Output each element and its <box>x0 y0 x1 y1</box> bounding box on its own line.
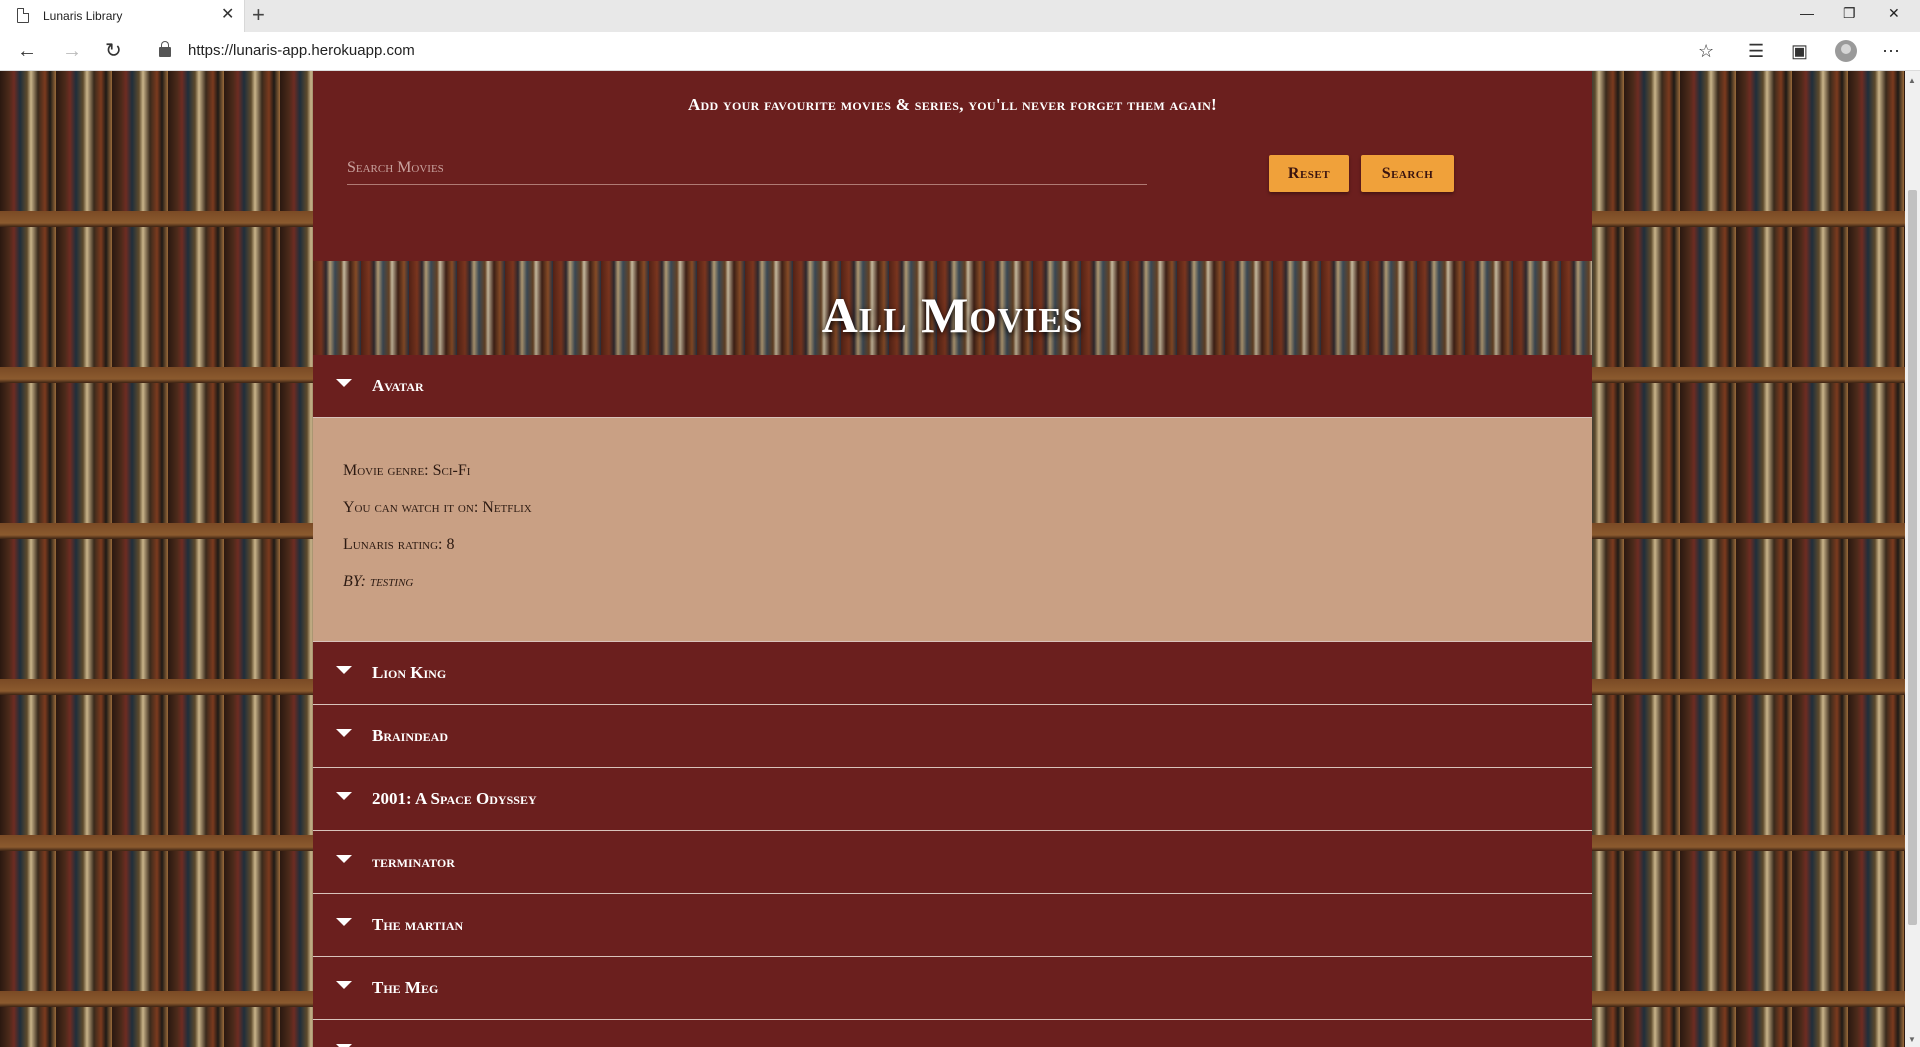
caret-down-icon <box>336 729 352 737</box>
new-tab-icon[interactable]: + <box>252 3 265 27</box>
scrollbar-thumb[interactable] <box>1908 190 1917 925</box>
movie-genre: Movie genre: Sci-Fi <box>343 462 471 479</box>
movie-header[interactable]: The Meg <box>313 957 1592 1020</box>
movie-header[interactable]: 2001: A Space Odyssey <box>313 768 1592 831</box>
favorite-star-icon[interactable]: ☆ <box>1698 41 1714 61</box>
search-input[interactable] <box>347 151 1147 185</box>
scroll-up-icon[interactable]: ▲ <box>1908 76 1916 85</box>
url-field[interactable]: https://lunaris-app.herokuapp.com <box>188 42 415 59</box>
tagline: Add your favourite movies & series, you'… <box>687 95 1218 114</box>
page-background: Add your favourite movies & series, you'… <box>0 71 1905 1047</box>
movie-platform: You can watch it on: Netflix <box>343 499 532 516</box>
movie-title: The martian <box>372 915 464 934</box>
search-panel: Add your favourite movies & series, you'… <box>313 71 1592 261</box>
movie-details: Movie genre: Sci-Fi You can watch it on:… <box>313 418 1592 642</box>
caret-down-icon <box>336 792 352 800</box>
page-title: All Movies <box>821 287 1084 343</box>
restore-icon[interactable]: ❐ <box>1843 5 1856 22</box>
caret-down-icon <box>336 666 352 674</box>
movie-header[interactable]: Braindead <box>313 705 1592 768</box>
movie-title: terminator <box>372 852 455 871</box>
address-bar: ← → ↻ https://lunaris-app.herokuapp.com … <box>0 32 1920 71</box>
movie-header[interactable] <box>313 1020 1592 1047</box>
caret-down-icon <box>336 981 352 989</box>
movie-title: Lion King <box>372 663 447 682</box>
search-button[interactable]: Search <box>1361 155 1454 192</box>
forward-icon[interactable]: → <box>62 40 82 62</box>
collections-icon[interactable]: ▣ <box>1791 41 1808 61</box>
reload-icon[interactable]: ↻ <box>105 40 122 62</box>
movie-title: 2001: A Space Odyssey <box>372 789 537 808</box>
more-menu-icon[interactable]: ⋯ <box>1882 41 1900 61</box>
movie-header[interactable]: Lion King <box>313 642 1592 705</box>
movie-title: Avatar <box>372 376 424 395</box>
main-content: Add your favourite movies & series, you'… <box>313 71 1592 1047</box>
movie-author: BY: testing <box>343 573 414 590</box>
movie-header[interactable]: terminator <box>313 831 1592 894</box>
close-window-icon[interactable]: ✕ <box>1888 5 1900 22</box>
browser-tab-strip: Lunaris Library ✕ + — ❐ ✕ <box>0 0 1920 32</box>
movie-header[interactable]: Avatar <box>313 355 1592 418</box>
bookshelf-banner: All Movies <box>313 261 1592 356</box>
minimize-icon[interactable]: — <box>1800 5 1814 21</box>
reset-button[interactable]: Reset <box>1269 155 1349 192</box>
back-icon[interactable]: ← <box>17 40 37 62</box>
movie-title: Braindead <box>372 726 449 745</box>
scroll-down-icon[interactable]: ▼ <box>1908 1035 1916 1044</box>
page-icon <box>17 8 29 23</box>
caret-down-icon <box>336 918 352 926</box>
movie-header[interactable]: The martian <box>313 894 1592 957</box>
tab-title: Lunaris Library <box>43 9 123 23</box>
caret-down-icon <box>336 855 352 863</box>
favorites-list-icon[interactable]: ☰ <box>1748 41 1764 61</box>
caret-down-icon <box>336 379 352 387</box>
close-tab-icon[interactable]: ✕ <box>221 6 234 24</box>
profile-avatar[interactable] <box>1835 40 1857 62</box>
lock-icon <box>159 41 171 57</box>
movie-rating: Lunaris rating: 8 <box>343 536 455 553</box>
movie-title: The Meg <box>372 978 439 997</box>
browser-tab[interactable]: Lunaris Library ✕ <box>0 0 245 32</box>
movie-accordion: Avatar Movie genre: Sci-Fi You can watch… <box>313 355 1592 1047</box>
